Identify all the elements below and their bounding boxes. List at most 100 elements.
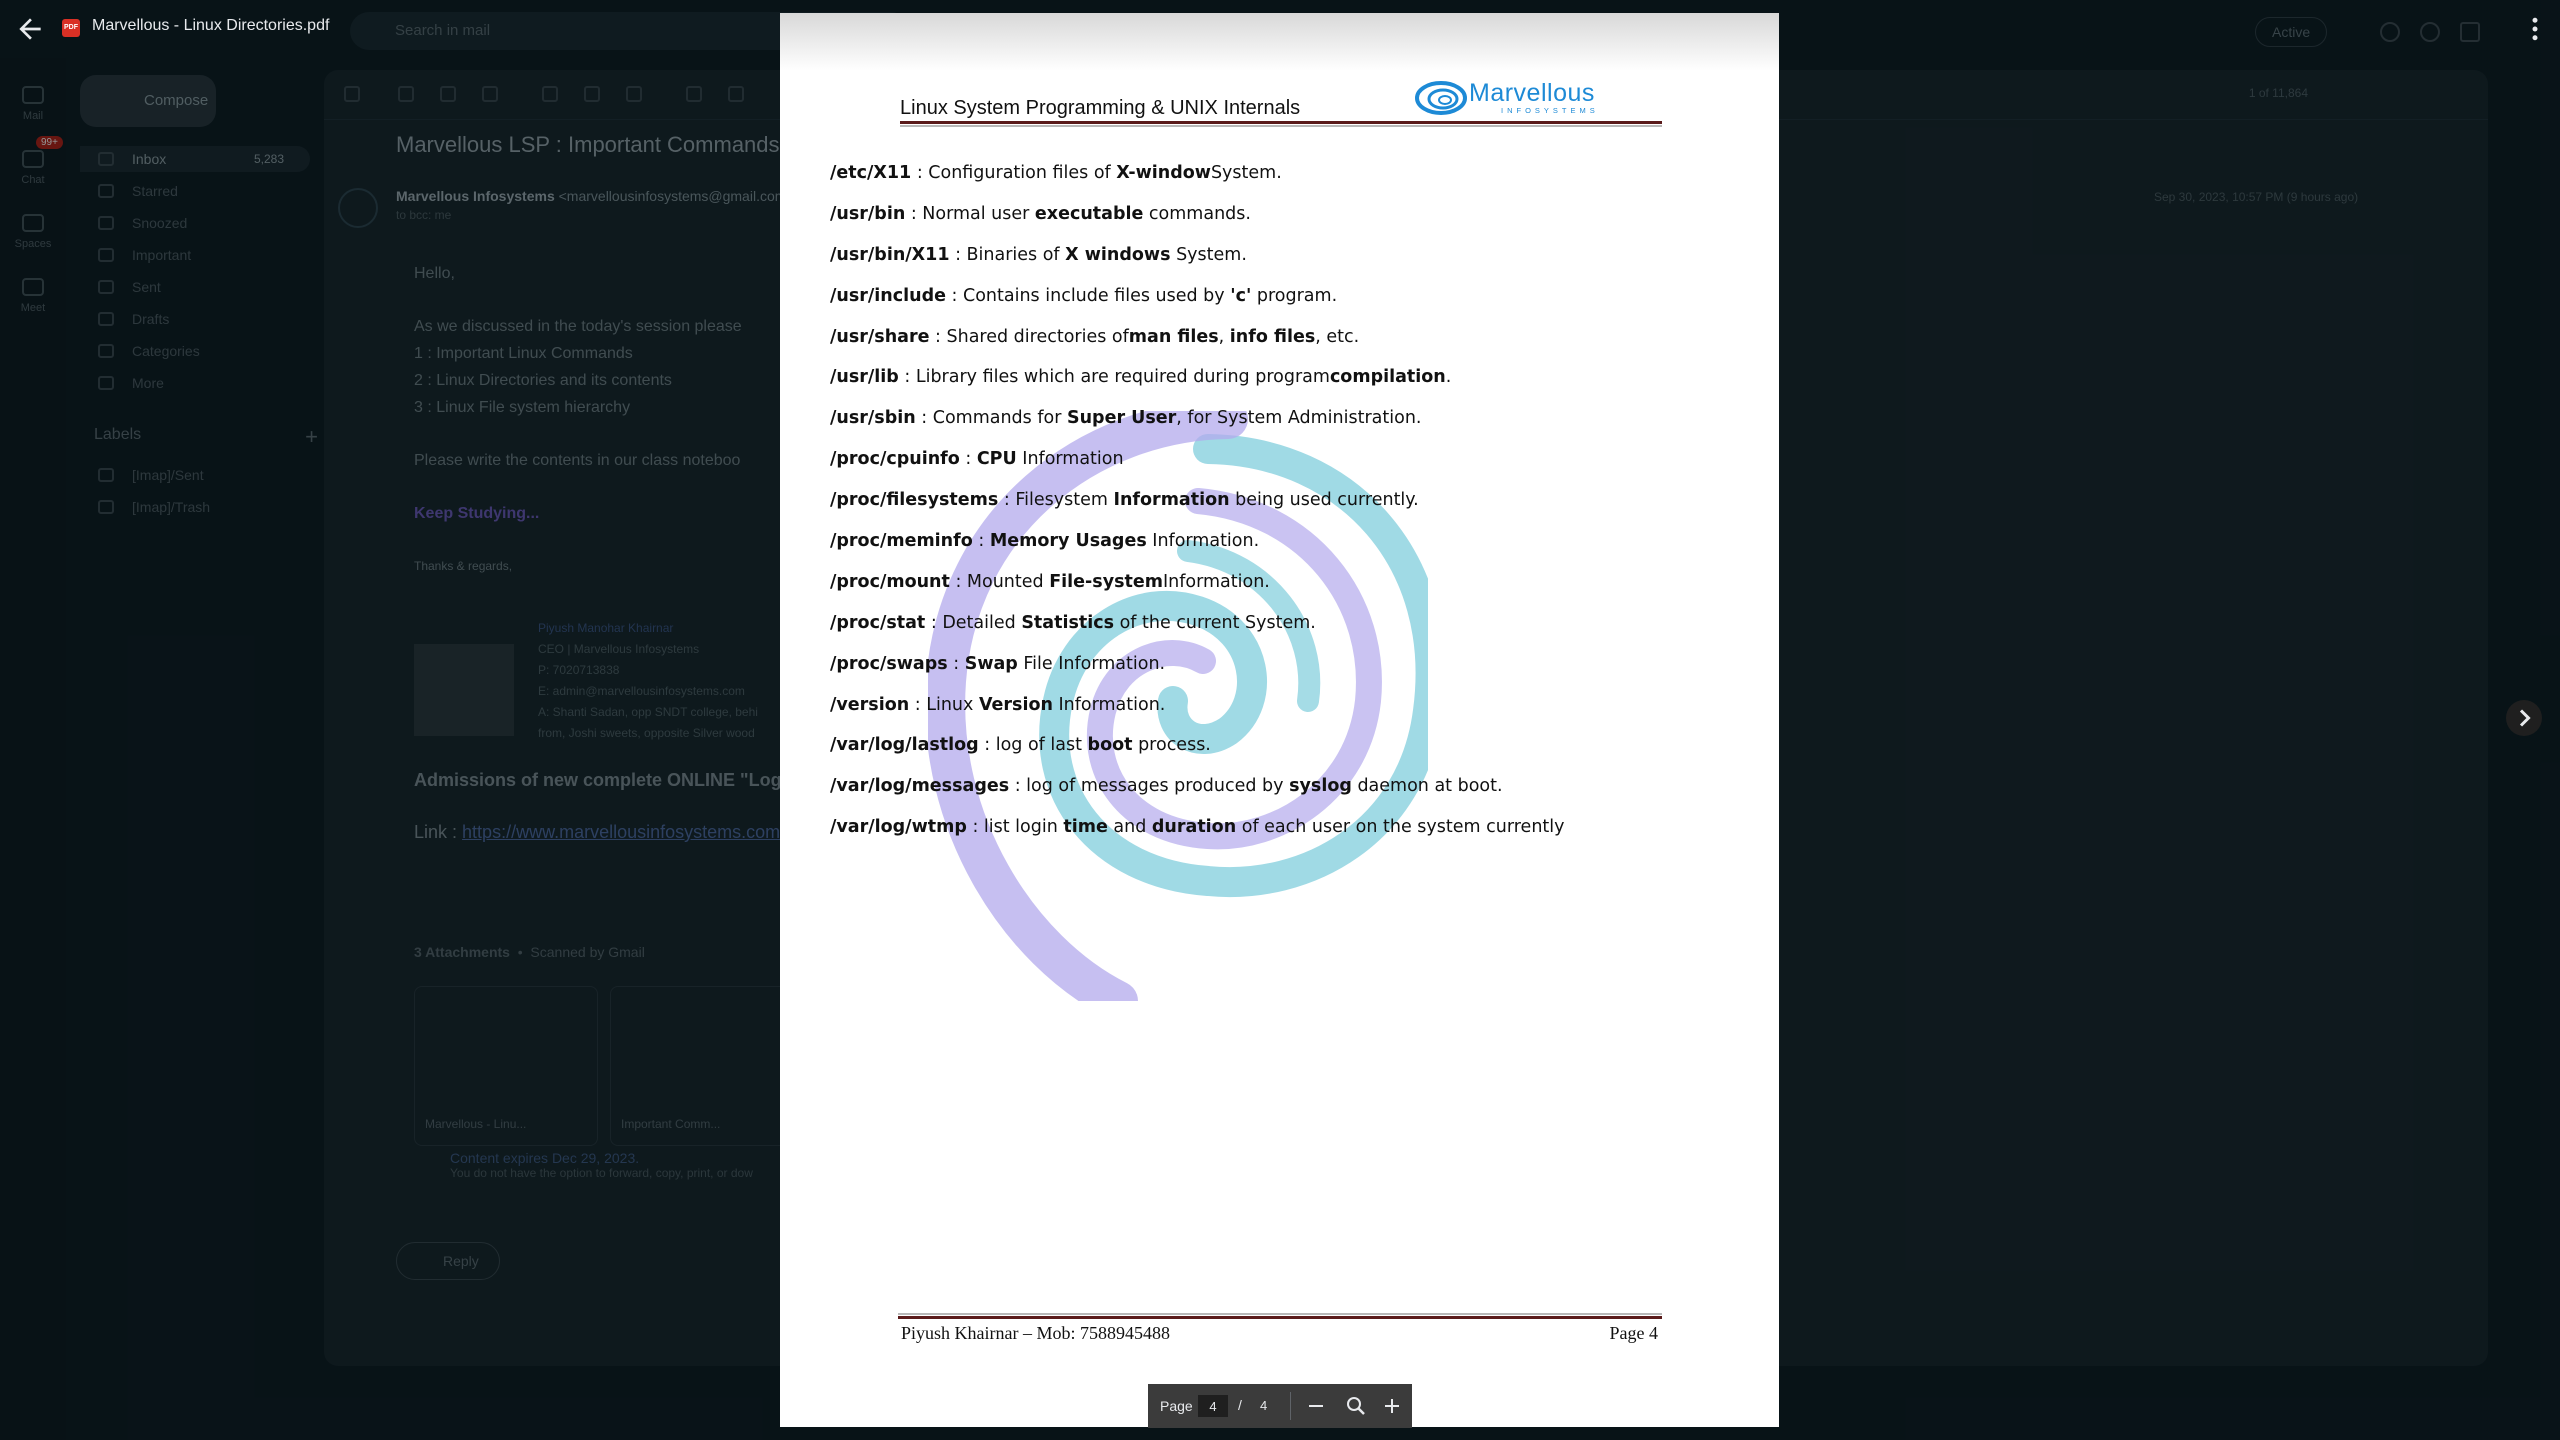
marvellous-logo: Marvellous INFOSYSTEMS — [1415, 73, 1660, 121]
directory-entry: /proc/filesystems : Filesystem Informati… — [830, 488, 1730, 529]
entry-emphasis: File-system — [1049, 571, 1163, 592]
pdf-page: Linux System Programming & UNIX Internal… — [780, 13, 1779, 1427]
directory-path: /proc/meminfo — [830, 531, 973, 552]
page-total: 4 — [1260, 1398, 1268, 1413]
directory-entry: /proc/stat : Detailed Statistics of the … — [830, 611, 1730, 652]
entry-text: System. — [1170, 244, 1247, 265]
entry-text: program. — [1251, 285, 1338, 306]
entry-text: commands. — [1143, 203, 1251, 224]
directory-path: /proc/mount — [830, 571, 950, 592]
entry-emphasis: Version — [978, 694, 1053, 715]
directory-path: /usr/bin — [830, 203, 906, 224]
entry-text: of each user on the system currently — [1236, 817, 1565, 838]
directory-entry: /var/log/wtmp : list login time and dura… — [830, 815, 1730, 856]
page-number-input[interactable] — [1198, 1395, 1228, 1417]
directory-entry: /usr/share : Shared directories ofman fi… — [830, 325, 1730, 366]
entry-text: Information. — [1052, 694, 1166, 715]
more-vert-icon[interactable] — [2520, 14, 2550, 44]
search-zoom-icon[interactable] — [1344, 1394, 1368, 1418]
logo-swirl-icon — [1415, 81, 1467, 115]
directory-path: /var/log/wtmp — [830, 817, 967, 838]
pdf-header-title: Linux System Programming & UNIX Internal… — [900, 97, 1301, 119]
page-navigation-toolbar: Page / 4 — [1148, 1384, 1412, 1428]
entry-emphasis: X-window — [1116, 163, 1211, 183]
entry-emphasis: compilation — [1329, 367, 1446, 388]
entry-text: , for System Administration. — [1176, 408, 1422, 429]
entry-text: : log of last — [978, 735, 1088, 756]
entry-text: File Information. — [1017, 653, 1166, 674]
directory-entry: /usr/include : Contains include files us… — [830, 284, 1730, 325]
directory-entry: /usr/lib : Library files which are requi… — [830, 365, 1730, 406]
directory-entry: /proc/swaps : Swap File Information. — [830, 652, 1730, 693]
directory-entry: /usr/bin : Normal user executable comman… — [830, 202, 1730, 243]
entry-text: Information — [1016, 449, 1124, 470]
entry-emphasis: executable — [1034, 203, 1144, 224]
next-attachment-button[interactable] — [2506, 700, 2542, 736]
directory-path: /proc/swaps — [830, 653, 948, 674]
directory-entry: /etc/X11 : Configuration files of X-wind… — [830, 161, 1730, 202]
directory-path: /proc/stat — [830, 612, 926, 633]
pdf-icon: PDF — [62, 19, 80, 37]
entry-text: : Configuration files of — [911, 163, 1117, 183]
directory-entry: /version : Linux Version Information. — [830, 693, 1730, 734]
directory-entry: /proc/mount : Mounted File-systemInforma… — [830, 570, 1730, 611]
pdf-footer-author: Piyush Khairnar – Mob: 7588945488 — [901, 1323, 1170, 1343]
directory-list: /etc/X11 : Configuration files of X-wind… — [830, 161, 1730, 856]
entry-text: : Binaries of — [949, 244, 1066, 265]
entry-text: daemon at boot. — [1351, 776, 1503, 797]
entry-emphasis: Super User — [1066, 408, 1177, 429]
logo-subtitle: INFOSYSTEMS — [1501, 106, 1599, 115]
entry-text: , — [1218, 326, 1230, 347]
footer-rule — [898, 1313, 1662, 1319]
entry-text: System. — [1210, 163, 1282, 183]
logo-name: Marvellous — [1469, 79, 1595, 107]
directory-path: /usr/bin/X11 — [830, 244, 950, 265]
entry-emphasis: X windows — [1065, 244, 1171, 265]
directory-path: /version — [830, 694, 910, 715]
directory-path: /usr/include — [830, 285, 946, 306]
directory-path: /proc/filesystems — [830, 490, 999, 511]
directory-path: /usr/sbin — [830, 408, 916, 429]
entry-text: : Linux — [909, 694, 979, 715]
entry-text: : Commands for — [915, 408, 1067, 429]
entry-text: Information. — [1163, 571, 1270, 592]
entry-text: , etc. — [1315, 326, 1360, 347]
entry-text: process. — [1132, 735, 1211, 756]
pdf-footer-page-number: Page 4 — [1609, 1323, 1659, 1343]
header-rule — [900, 121, 1662, 127]
zoom-in-icon[interactable] — [1380, 1394, 1404, 1418]
entry-text: : Detailed — [925, 612, 1022, 633]
page-top-shadow — [780, 13, 1779, 71]
entry-text: : — [972, 531, 990, 552]
directory-path: /var/log/messages — [830, 776, 1010, 797]
entry-emphasis: time — [1063, 817, 1108, 838]
directory-entry: /var/log/messages : log of messages prod… — [830, 774, 1730, 815]
entry-text: being used currently. — [1229, 490, 1419, 511]
zoom-out-icon[interactable] — [1304, 1394, 1328, 1418]
entry-text: and — [1107, 817, 1152, 838]
entry-text: : — [947, 653, 965, 674]
toolbar-divider — [1290, 1392, 1291, 1420]
directory-path: /proc/cpuinfo — [830, 449, 960, 470]
page-label: Page — [1160, 1398, 1193, 1414]
entry-text: : Normal user — [905, 203, 1035, 224]
entry-text: : Mounted — [949, 571, 1050, 592]
entry-text: . — [1445, 367, 1452, 388]
entry-emphasis: Information — [1113, 490, 1230, 511]
entry-emphasis: 'c' — [1230, 285, 1252, 306]
directory-entry: /var/log/lastlog : log of last boot proc… — [830, 733, 1730, 774]
entry-emphasis: info files — [1229, 326, 1316, 347]
directory-entry: /usr/sbin : Commands for Super User, for… — [830, 406, 1730, 447]
entry-emphasis: Swap — [964, 653, 1018, 674]
entry-emphasis: boot — [1087, 735, 1133, 756]
entry-emphasis: Statistics — [1021, 612, 1115, 633]
entry-emphasis: Memory Usages — [989, 531, 1147, 552]
directory-path: /usr/share — [830, 326, 930, 347]
entry-emphasis: duration — [1151, 817, 1237, 838]
entry-text: : Filesystem — [998, 490, 1114, 511]
page-separator: / — [1238, 1397, 1242, 1413]
directory-entry: /proc/meminfo : Memory Usages Informatio… — [830, 529, 1730, 570]
entry-emphasis: man files — [1128, 326, 1219, 347]
back-arrow-icon[interactable] — [14, 13, 46, 45]
directory-path: /usr/lib — [830, 367, 899, 388]
